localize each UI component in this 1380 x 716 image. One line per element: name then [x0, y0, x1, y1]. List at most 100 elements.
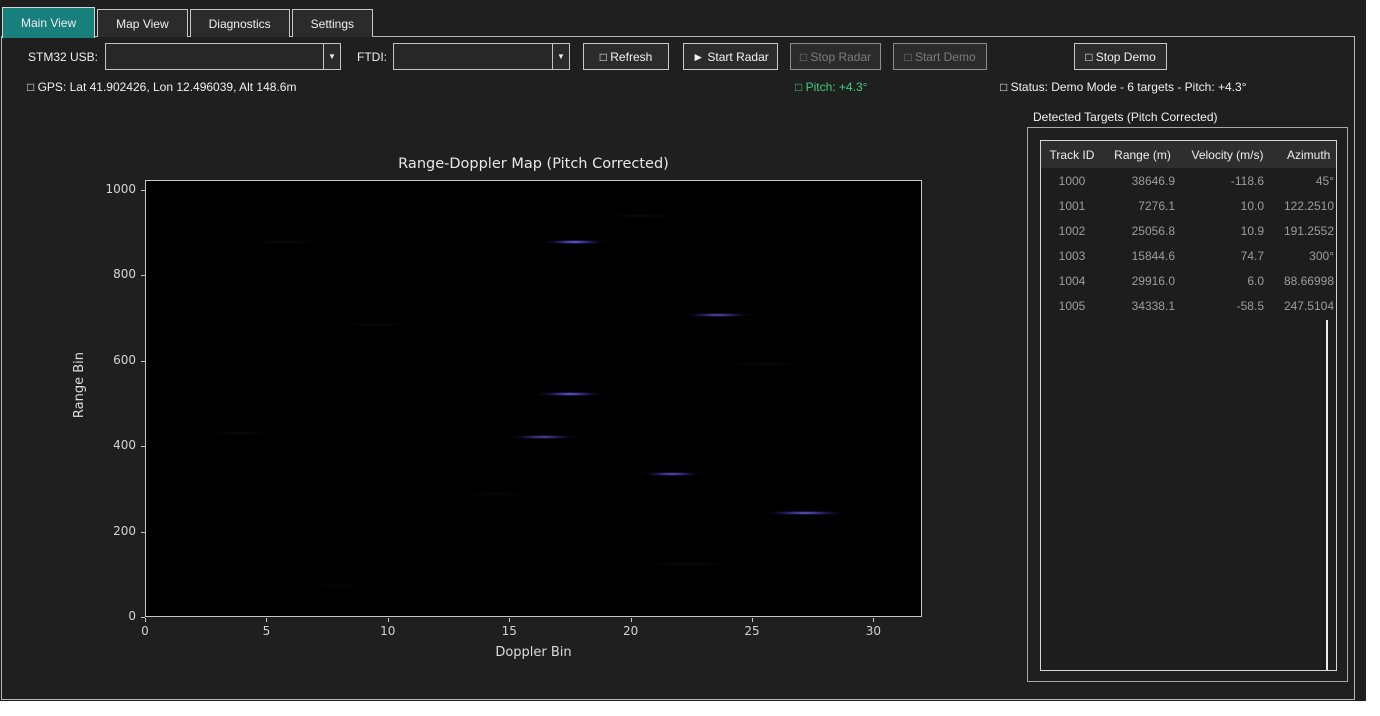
x-tick-mark: [631, 618, 632, 622]
vertical-scrollbar[interactable]: [1326, 320, 1328, 670]
table-cell: 247.5104: [1273, 299, 1336, 313]
table-cell: 1002: [1041, 224, 1103, 238]
tab-diagnostics[interactable]: Diagnostics: [190, 9, 290, 37]
y-tick-label: 0: [88, 609, 136, 623]
x-tick-label: 15: [489, 624, 529, 638]
ftdi-port-value: [394, 44, 552, 69]
refresh-button[interactable]: □ Refresh: [583, 43, 669, 70]
table-cell: 25056.8: [1103, 224, 1182, 238]
y-tick-label: 600: [88, 353, 136, 367]
table-cell: 122.2510: [1273, 199, 1336, 213]
targets-group-box: Track ID Range (m) Velocity (m/s) Azimut…: [1027, 127, 1348, 682]
tab-label: Map View: [116, 17, 168, 31]
y-axis-label: Range Bin: [72, 352, 87, 418]
radar-blip: [681, 313, 754, 318]
stm32-port-select[interactable]: ▼: [105, 43, 341, 70]
x-tick-mark: [509, 618, 510, 622]
table-cell: 1001: [1041, 199, 1103, 213]
demo-status-text: □ Status: Demo Mode - 6 targets - Pitch:…: [1000, 80, 1247, 94]
x-tick-label: 25: [732, 624, 772, 638]
tab-main-view[interactable]: Main View: [2, 7, 95, 38]
table-cell: 1005: [1041, 299, 1103, 313]
y-tick-mark: [141, 617, 145, 618]
x-tick-mark: [388, 618, 389, 622]
y-tick-mark: [141, 361, 145, 362]
tab-label: Main View: [21, 16, 76, 30]
x-tick-mark: [266, 618, 267, 622]
y-tick-label: 1000: [88, 182, 136, 196]
y-tick-label: 400: [88, 438, 136, 452]
tab-map-view[interactable]: Map View: [97, 9, 187, 37]
table-row[interactable]: 100429916.06.088.66998: [1041, 268, 1336, 293]
table-cell: 45°: [1273, 174, 1336, 188]
stop-demo-button[interactable]: □ Stop Demo: [1074, 43, 1167, 70]
tab-settings[interactable]: Settings: [292, 9, 373, 37]
table-cell: 1004: [1041, 274, 1103, 288]
column-header-track-id: Track ID: [1041, 148, 1103, 162]
targets-table: Track ID Range (m) Velocity (m/s) Azimut…: [1040, 140, 1337, 671]
x-tick-mark: [752, 618, 753, 622]
stop-radar-button[interactable]: □ Stop Radar: [790, 43, 881, 70]
radar-blip: [542, 239, 608, 244]
tab-bar: Main View Map View Diagnostics Settings: [2, 7, 373, 38]
table-row[interactable]: 100315844.674.7300°: [1041, 243, 1336, 268]
table-cell: 10.9: [1182, 224, 1273, 238]
table-cell: -118.6: [1182, 174, 1273, 188]
table-row[interactable]: 100038646.9-118.645°: [1041, 168, 1336, 193]
y-tick-mark: [141, 532, 145, 533]
radar-blip: [508, 434, 578, 439]
y-tick-label: 200: [88, 524, 136, 538]
table-cell: 191.2552: [1273, 224, 1336, 238]
app-window: Main View Map View Diagnostics Settings …: [0, 0, 1366, 701]
ftdi-label: FTDI:: [357, 50, 387, 64]
start-radar-button[interactable]: ► Start Radar: [683, 43, 778, 70]
table-cell: -58.5: [1182, 299, 1273, 313]
stm32-usb-label: STM32 USB:: [28, 50, 98, 64]
start-demo-button[interactable]: □ Start Demo: [893, 43, 987, 70]
x-tick-mark: [873, 618, 874, 622]
targets-panel-title: Detected Targets (Pitch Corrected): [1033, 110, 1218, 124]
x-tick-label: 20: [611, 624, 651, 638]
chart-title: Range-Doppler Map (Pitch Corrected): [145, 156, 922, 172]
column-header-range: Range (m): [1103, 148, 1182, 162]
stm32-port-value: [106, 44, 323, 69]
targets-table-body: 100038646.9-118.645°10017276.110.0122.25…: [1041, 168, 1336, 318]
range-doppler-plot: [145, 180, 922, 617]
y-tick-mark: [141, 446, 145, 447]
chevron-down-icon[interactable]: ▼: [323, 44, 340, 69]
x-axis-label: Doppler Bin: [145, 645, 922, 660]
table-cell: 10.0: [1182, 199, 1273, 213]
x-tick-label: 5: [246, 624, 286, 638]
y-tick-label: 800: [88, 267, 136, 281]
x-tick-label: 10: [368, 624, 408, 638]
table-row[interactable]: 100225056.810.9191.2552: [1041, 218, 1336, 243]
table-row[interactable]: 100534338.1-58.5247.5104: [1041, 293, 1336, 318]
column-header-azimuth: Azimuth: [1273, 148, 1336, 162]
x-tick-mark: [145, 618, 146, 622]
y-tick-mark: [141, 190, 145, 191]
pitch-status-text: □ Pitch: +4.3°: [795, 80, 867, 94]
table-cell: 15844.6: [1103, 249, 1182, 263]
x-tick-label: 0: [125, 624, 165, 638]
y-tick-mark: [141, 275, 145, 276]
ftdi-port-select[interactable]: ▼: [393, 43, 570, 70]
table-cell: 88.66998: [1273, 274, 1336, 288]
radar-blip: [762, 510, 847, 515]
tab-label: Diagnostics: [209, 17, 271, 31]
table-row[interactable]: 10017276.110.0122.2510: [1041, 193, 1336, 218]
table-cell: 34338.1: [1103, 299, 1182, 313]
table-cell: 38646.9: [1103, 174, 1182, 188]
tab-label: Settings: [311, 17, 354, 31]
table-cell: 1003: [1041, 249, 1103, 263]
gps-status-text: □ GPS: Lat 41.902426, Lon 12.496039, Alt…: [27, 80, 296, 94]
table-cell: 6.0: [1182, 274, 1273, 288]
table-cell: 300°: [1273, 249, 1336, 263]
x-tick-label: 30: [853, 624, 893, 638]
targets-table-header: Track ID Range (m) Velocity (m/s) Azimut…: [1041, 141, 1336, 168]
table-cell: 1000: [1041, 174, 1103, 188]
table-cell: 29916.0: [1103, 274, 1182, 288]
table-cell: 74.7: [1182, 249, 1273, 263]
table-cell: 7276.1: [1103, 199, 1182, 213]
chevron-down-icon[interactable]: ▼: [552, 44, 569, 69]
radar-blip: [640, 471, 703, 476]
